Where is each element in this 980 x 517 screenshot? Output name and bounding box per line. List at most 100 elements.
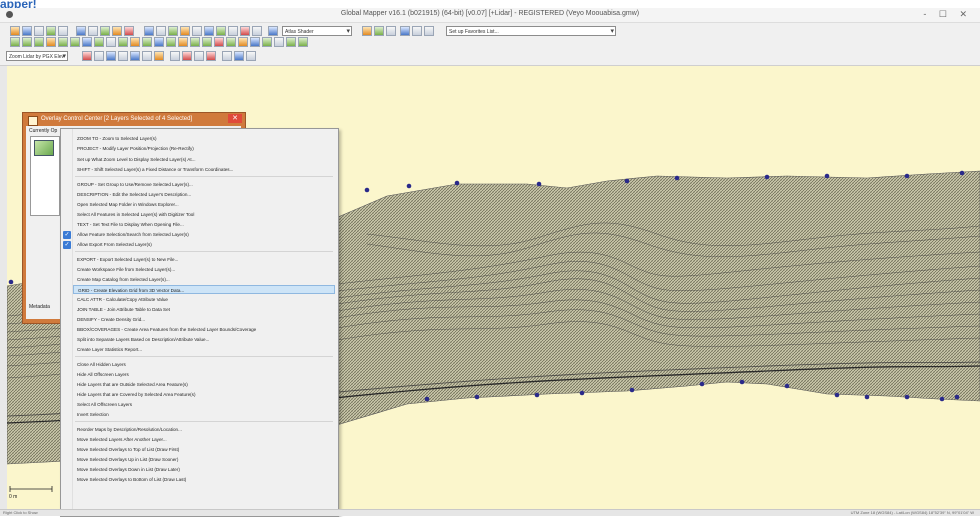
print-icon[interactable] <box>34 26 44 36</box>
zoom-icon[interactable] <box>58 26 68 36</box>
favorites-icon[interactable] <box>400 26 410 36</box>
menu-item[interactable]: Set up What Zoom Level to Display Select… <box>73 155 335 164</box>
menu-item[interactable]: SHIFT - Shift Selected Layer(s) a Fixed … <box>73 165 335 174</box>
water-level-icon[interactable] <box>386 26 396 36</box>
menu-item[interactable]: Move Selected Overlays to Top of List (D… <box>73 445 335 454</box>
menu-item[interactable]: Move Selected Overlays to Bottom of List… <box>73 475 335 484</box>
contour-icon[interactable] <box>168 26 178 36</box>
tool-merge-icon[interactable] <box>226 37 236 47</box>
tool-cut-icon[interactable] <box>166 37 176 47</box>
menu-item[interactable]: Reorder Maps by Description/Resolution/L… <box>73 425 335 434</box>
tool-label-icon[interactable] <box>202 37 212 47</box>
menu-item[interactable]: Split into Separate Layers Based on Desc… <box>73 335 335 344</box>
menu-item[interactable]: DESCRIPTION - Edit the Selected Layer's … <box>73 190 335 199</box>
dropdown-arrow-icon[interactable] <box>252 26 262 36</box>
grid-icon[interactable] <box>192 26 202 36</box>
menu-item[interactable]: ZOOM TO - Zoom to Selected Layer(s) <box>73 134 335 143</box>
menu-item[interactable]: Hide Layers that are Outside Selected Ar… <box>73 380 335 389</box>
tool-circle-icon[interactable] <box>46 37 56 47</box>
tool-rectangle-icon[interactable] <box>58 37 68 47</box>
raster-calc-icon[interactable] <box>204 26 214 36</box>
menu-item[interactable]: GRID - Create Elevation Grid from 3D Vec… <box>73 285 335 294</box>
menu-item[interactable]: Hide Layers that are Covered by Selected… <box>73 390 335 399</box>
tool-attributes-icon[interactable] <box>250 37 260 47</box>
lidar-select-icon[interactable] <box>118 51 128 61</box>
dialog-close-button[interactable]: ✕ <box>228 114 242 123</box>
tool-rotate-icon[interactable] <box>94 37 104 47</box>
map-layout-icon[interactable] <box>216 26 226 36</box>
tool-undo-icon[interactable] <box>286 37 296 47</box>
lidar-filter-icon[interactable] <box>106 51 116 61</box>
window-controls[interactable]: - ☐ ✕ <box>923 9 972 20</box>
path-profile-icon[interactable] <box>112 26 122 36</box>
menu-item[interactable]: Create Map Catalog from Selected Layer(s… <box>73 275 335 284</box>
menu-item[interactable]: Move Selected Overlays Up in List (Draw … <box>73 455 335 464</box>
lidar-grid-icon[interactable] <box>246 51 256 61</box>
lidar-edit-icon[interactable] <box>130 51 140 61</box>
menu-item[interactable]: PROJECT - Modify Layer Position/Projecti… <box>73 144 335 153</box>
digitize-icon[interactable] <box>100 26 110 36</box>
menu-item[interactable]: Move Selected Overlays Down in List (Dra… <box>73 465 335 474</box>
shader-select[interactable]: Atlas Shader <box>282 26 352 36</box>
tool-smooth-icon[interactable] <box>178 37 188 47</box>
menu-item[interactable]: Select All Offscreen Layers <box>73 400 335 409</box>
pan-icon[interactable] <box>76 26 86 36</box>
menu-item[interactable]: Allow Feature Selection/Search from Sele… <box>73 230 335 239</box>
tool-join-icon[interactable] <box>118 37 128 47</box>
lidar-color-icon[interactable] <box>154 51 164 61</box>
menu-item[interactable]: GROUP - Set Group to Use/Remove Selected… <box>73 180 335 189</box>
view-shed-icon[interactable] <box>144 26 154 36</box>
menu-item[interactable]: BBOX/COVERAGES - Create Area Features fr… <box>73 325 335 334</box>
lidar-powerline-icon[interactable] <box>222 51 232 61</box>
lidar-noise-icon[interactable] <box>182 51 192 61</box>
layer-list[interactable] <box>30 136 60 216</box>
menu-item[interactable]: CALC ATTR - Calculate/Copy Attribute Val… <box>73 295 335 304</box>
layer-select[interactable]: Zoom Lidar by PGX Elev <box>6 51 68 61</box>
lidar-profile-icon[interactable] <box>94 51 104 61</box>
attribute-icon[interactable] <box>228 26 238 36</box>
menu-item[interactable]: Invert Selection <box>73 410 335 419</box>
menu-item[interactable]: Create Layer Statistics Report... <box>73 345 335 354</box>
lidar-tree-icon[interactable] <box>206 51 216 61</box>
layers-icon[interactable] <box>46 26 56 36</box>
tool-delete-feature-icon[interactable] <box>214 37 224 47</box>
lidar-class-icon[interactable] <box>82 51 92 61</box>
script-icon[interactable] <box>424 26 434 36</box>
tool-point-icon[interactable] <box>10 37 20 47</box>
tool-crop-icon[interactable] <box>238 37 248 47</box>
shortcut-icon[interactable] <box>412 26 422 36</box>
tool-move-icon[interactable] <box>82 37 92 47</box>
settings-icon[interactable] <box>124 26 134 36</box>
menu-item[interactable]: Move Selected Layers After Another Layer… <box>73 435 335 444</box>
tool-snap-icon[interactable] <box>154 37 164 47</box>
tool-redo-icon[interactable] <box>298 37 308 47</box>
measure-icon[interactable] <box>88 26 98 36</box>
lidar-breakline-icon[interactable] <box>234 51 244 61</box>
menu-item[interactable]: Close All Hidden Layers <box>73 360 335 369</box>
3d-view-icon[interactable] <box>156 26 166 36</box>
delete-icon[interactable] <box>240 26 250 36</box>
vertical-exaggeration-icon[interactable] <box>374 26 384 36</box>
menu-item[interactable]: Allow Export From Selected Layer(s) <box>73 240 335 249</box>
lidar-ground-icon[interactable] <box>170 51 180 61</box>
tool-area-icon[interactable] <box>34 37 44 47</box>
lidar-stats-icon[interactable] <box>142 51 152 61</box>
tool-simplify-icon[interactable] <box>190 37 200 47</box>
lidar-building-icon[interactable] <box>194 51 204 61</box>
tool-paste-icon[interactable] <box>274 37 284 47</box>
menu-item[interactable]: TEXT - Set Text File to Display When Ope… <box>73 220 335 229</box>
menu-item[interactable]: Create Workspace File from Selected Laye… <box>73 265 335 274</box>
tool-copy-icon[interactable] <box>262 37 272 47</box>
favorites-select[interactable]: Set up Favorites List... <box>446 26 616 36</box>
metadata-button[interactable]: Metadata <box>29 304 50 310</box>
home-icon[interactable] <box>268 26 278 36</box>
open-file-icon[interactable] <box>10 26 20 36</box>
lidar-icon[interactable] <box>180 26 190 36</box>
save-icon[interactable] <box>22 26 32 36</box>
menu-item[interactable]: Open Selected Map Folder in Windows Expl… <box>73 200 335 209</box>
layer-thumbnail[interactable] <box>34 140 54 156</box>
menu-item[interactable]: EXPORT - Export Selected Layer(s) to New… <box>73 255 335 264</box>
menu-item[interactable]: Hide All Offscreen Layers <box>73 370 335 379</box>
tool-split-icon[interactable] <box>106 37 116 47</box>
menu-item[interactable]: DENSIFY - Create Density Grid... <box>73 315 335 324</box>
